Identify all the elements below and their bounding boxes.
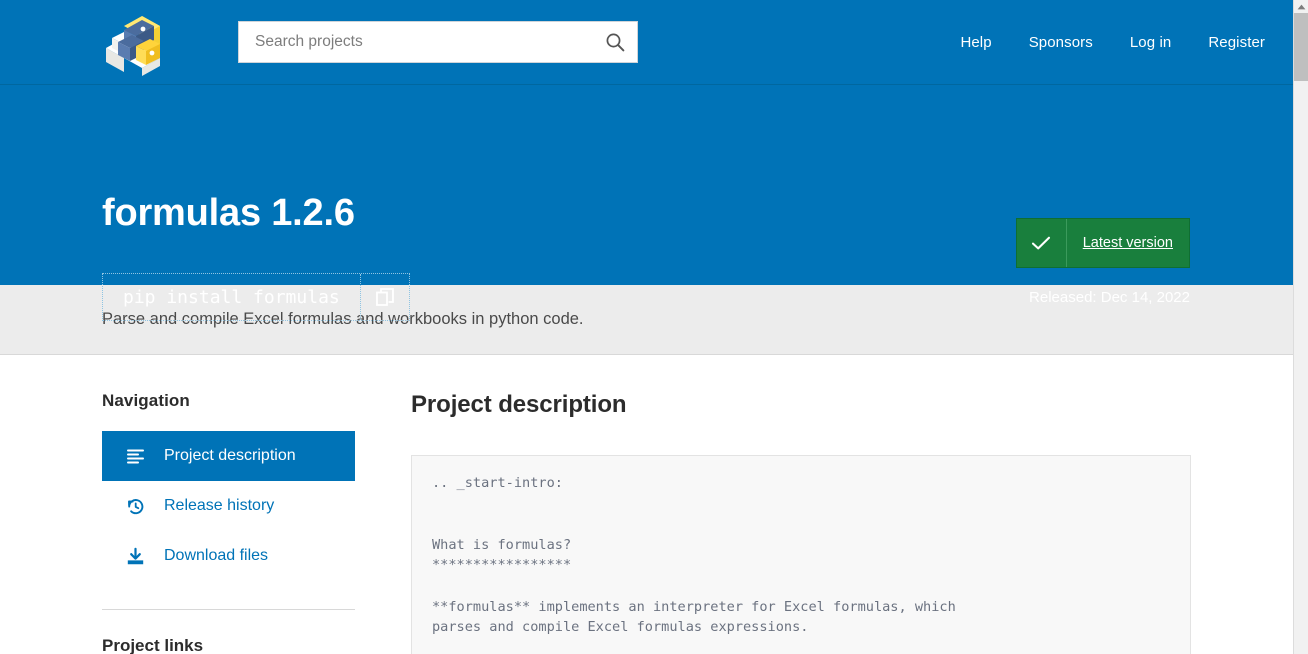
site-header: Help Sponsors Log in Register <box>0 0 1293 85</box>
sidebar-divider <box>102 609 355 610</box>
sidebar-item-label: Download files <box>164 547 269 564</box>
sidebar: Navigation Project description Release h… <box>102 391 355 654</box>
page-scrollbar[interactable] <box>1293 0 1308 654</box>
sidebar-item-label: Project description <box>164 447 296 464</box>
pypi-cube-logo-icon <box>106 16 160 76</box>
page-root: Help Sponsors Log in Register formulas 1… <box>0 0 1308 654</box>
search-box[interactable] <box>238 21 638 63</box>
pypi-logo-link[interactable] <box>102 8 168 76</box>
scrollbar-thumb[interactable] <box>1294 13 1308 81</box>
nav-link-sponsors[interactable]: Sponsors <box>1029 34 1093 51</box>
project-hero: formulas 1.2.6 pip install formulas Late… <box>0 85 1293 321</box>
nav-link-register[interactable]: Register <box>1208 34 1265 51</box>
project-description-panel: Project description .. _start-intro: Wha… <box>355 391 1191 654</box>
scroll-up-arrow-icon[interactable] <box>1294 2 1308 12</box>
sidebar-item-release-history[interactable]: Release history <box>102 481 355 531</box>
status-badge[interactable]: Latest version <box>1015 218 1190 268</box>
clock-rotate-left-icon <box>128 498 144 514</box>
nav-link-login[interactable]: Log in <box>1130 34 1171 51</box>
sidebar-item-label: Release history <box>164 497 275 514</box>
main-content: Navigation Project description Release h… <box>0 355 1293 654</box>
browser-viewport: Help Sponsors Log in Register formulas 1… <box>0 0 1293 654</box>
copy-command-button[interactable] <box>361 274 409 320</box>
pip-install-box[interactable]: pip install formulas <box>102 273 410 321</box>
align-left-icon <box>127 449 144 463</box>
pip-install-command: pip install formulas <box>103 274 361 320</box>
check-icon <box>1032 236 1051 250</box>
check-icon-wrap <box>1017 219 1067 267</box>
search-icon[interactable] <box>605 32 625 52</box>
latest-version-label[interactable]: Latest version <box>1067 219 1189 267</box>
sidebar-item-download-files[interactable]: Download files <box>102 531 355 581</box>
sidebar-heading: Navigation <box>102 391 190 410</box>
release-date: Released: Dec 14, 2022 <box>1029 289 1190 306</box>
project-description-code: .. _start-intro: What is formulas? *****… <box>411 455 1191 654</box>
nav-link-help[interactable]: Help <box>960 34 991 51</box>
main-nav: Help Sponsors Log in Register <box>960 0 1265 85</box>
page-title: formulas 1.2.6 <box>102 192 355 234</box>
copy-icon <box>375 288 394 306</box>
search-input[interactable] <box>253 22 605 62</box>
sidebar-project-links-heading: Project links <box>102 636 204 654</box>
download-icon <box>127 547 144 564</box>
project-description-title: Project description <box>411 391 627 418</box>
chevron-up-icon <box>1297 4 1306 10</box>
sidebar-item-project-description[interactable]: Project description <box>102 431 355 481</box>
